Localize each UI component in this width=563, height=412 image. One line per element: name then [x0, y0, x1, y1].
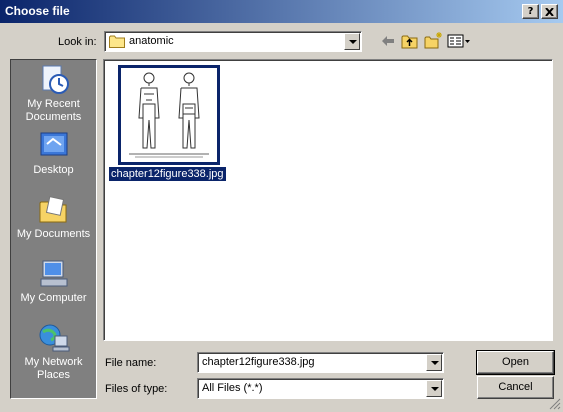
file-name-field[interactable]: chapter12figure338.jpg [197, 352, 444, 373]
place-desktop[interactable]: Desktop [11, 130, 96, 177]
view-menu-button[interactable] [446, 31, 472, 51]
chevron-down-icon[interactable] [426, 380, 442, 397]
back-arrow-icon [382, 36, 394, 46]
place-label: My Computer [20, 292, 87, 304]
file-name-label-text: File name: [105, 357, 157, 369]
place-label: My Recent Documents [25, 98, 82, 123]
files-of-type-dropdown[interactable]: All Files (*.*) [197, 378, 444, 399]
place-my-network-places[interactable]: My Network Places [11, 322, 96, 382]
place-my-recent-documents[interactable]: My Recent Documents [11, 64, 96, 124]
folder-icon [109, 35, 125, 48]
file-list[interactable]: chapter12figure338.jpg [103, 59, 553, 341]
anatomy-figure-image [129, 72, 209, 158]
desktop-icon [40, 132, 67, 156]
view-menu-icon [447, 34, 470, 48]
chevron-down-icon[interactable] [426, 354, 442, 371]
new-folder-icon [424, 32, 442, 49]
back-button[interactable] [378, 31, 398, 51]
look-in-label: Look in: [58, 36, 97, 48]
recent-documents-icon [42, 65, 69, 94]
window-title: Choose file [5, 4, 70, 18]
open-button[interactable]: Open [476, 350, 555, 375]
look-in-dropdown[interactable]: anatomic [104, 31, 362, 52]
resize-grip-icon[interactable] [549, 398, 561, 410]
title-bar: Choose file ? [0, 0, 563, 23]
up-folder-icon [401, 35, 418, 49]
my-computer-icon [40, 260, 67, 287]
network-places-icon [39, 324, 69, 352]
place-label: My Network Places [24, 356, 83, 381]
file-thumbnail[interactable] [118, 65, 220, 165]
chevron-down-icon[interactable] [344, 33, 360, 50]
my-documents-icon [39, 196, 66, 223]
place-my-computer[interactable]: My Computer [11, 258, 96, 305]
up-folder-button[interactable] [400, 31, 420, 51]
place-my-documents[interactable]: My Documents [11, 194, 96, 241]
close-button[interactable] [541, 4, 558, 19]
files-of-type-value: All Files (*.*) [202, 382, 263, 394]
places-bar: My Recent Documents Desktop My Documents… [10, 59, 97, 399]
files-of-type-label: Files of type: [105, 383, 168, 395]
look-in-value: anatomic [129, 35, 174, 47]
cancel-button[interactable]: Cancel [477, 376, 554, 399]
place-label: Desktop [33, 164, 74, 176]
help-button[interactable]: ? [522, 4, 539, 19]
new-folder-button[interactable] [423, 31, 443, 51]
file-name-value: chapter12figure338.jpg [202, 356, 315, 368]
file-name-label[interactable]: chapter12figure338.jpg [109, 167, 226, 181]
place-label: My Documents [16, 228, 91, 240]
close-icon [545, 7, 554, 17]
